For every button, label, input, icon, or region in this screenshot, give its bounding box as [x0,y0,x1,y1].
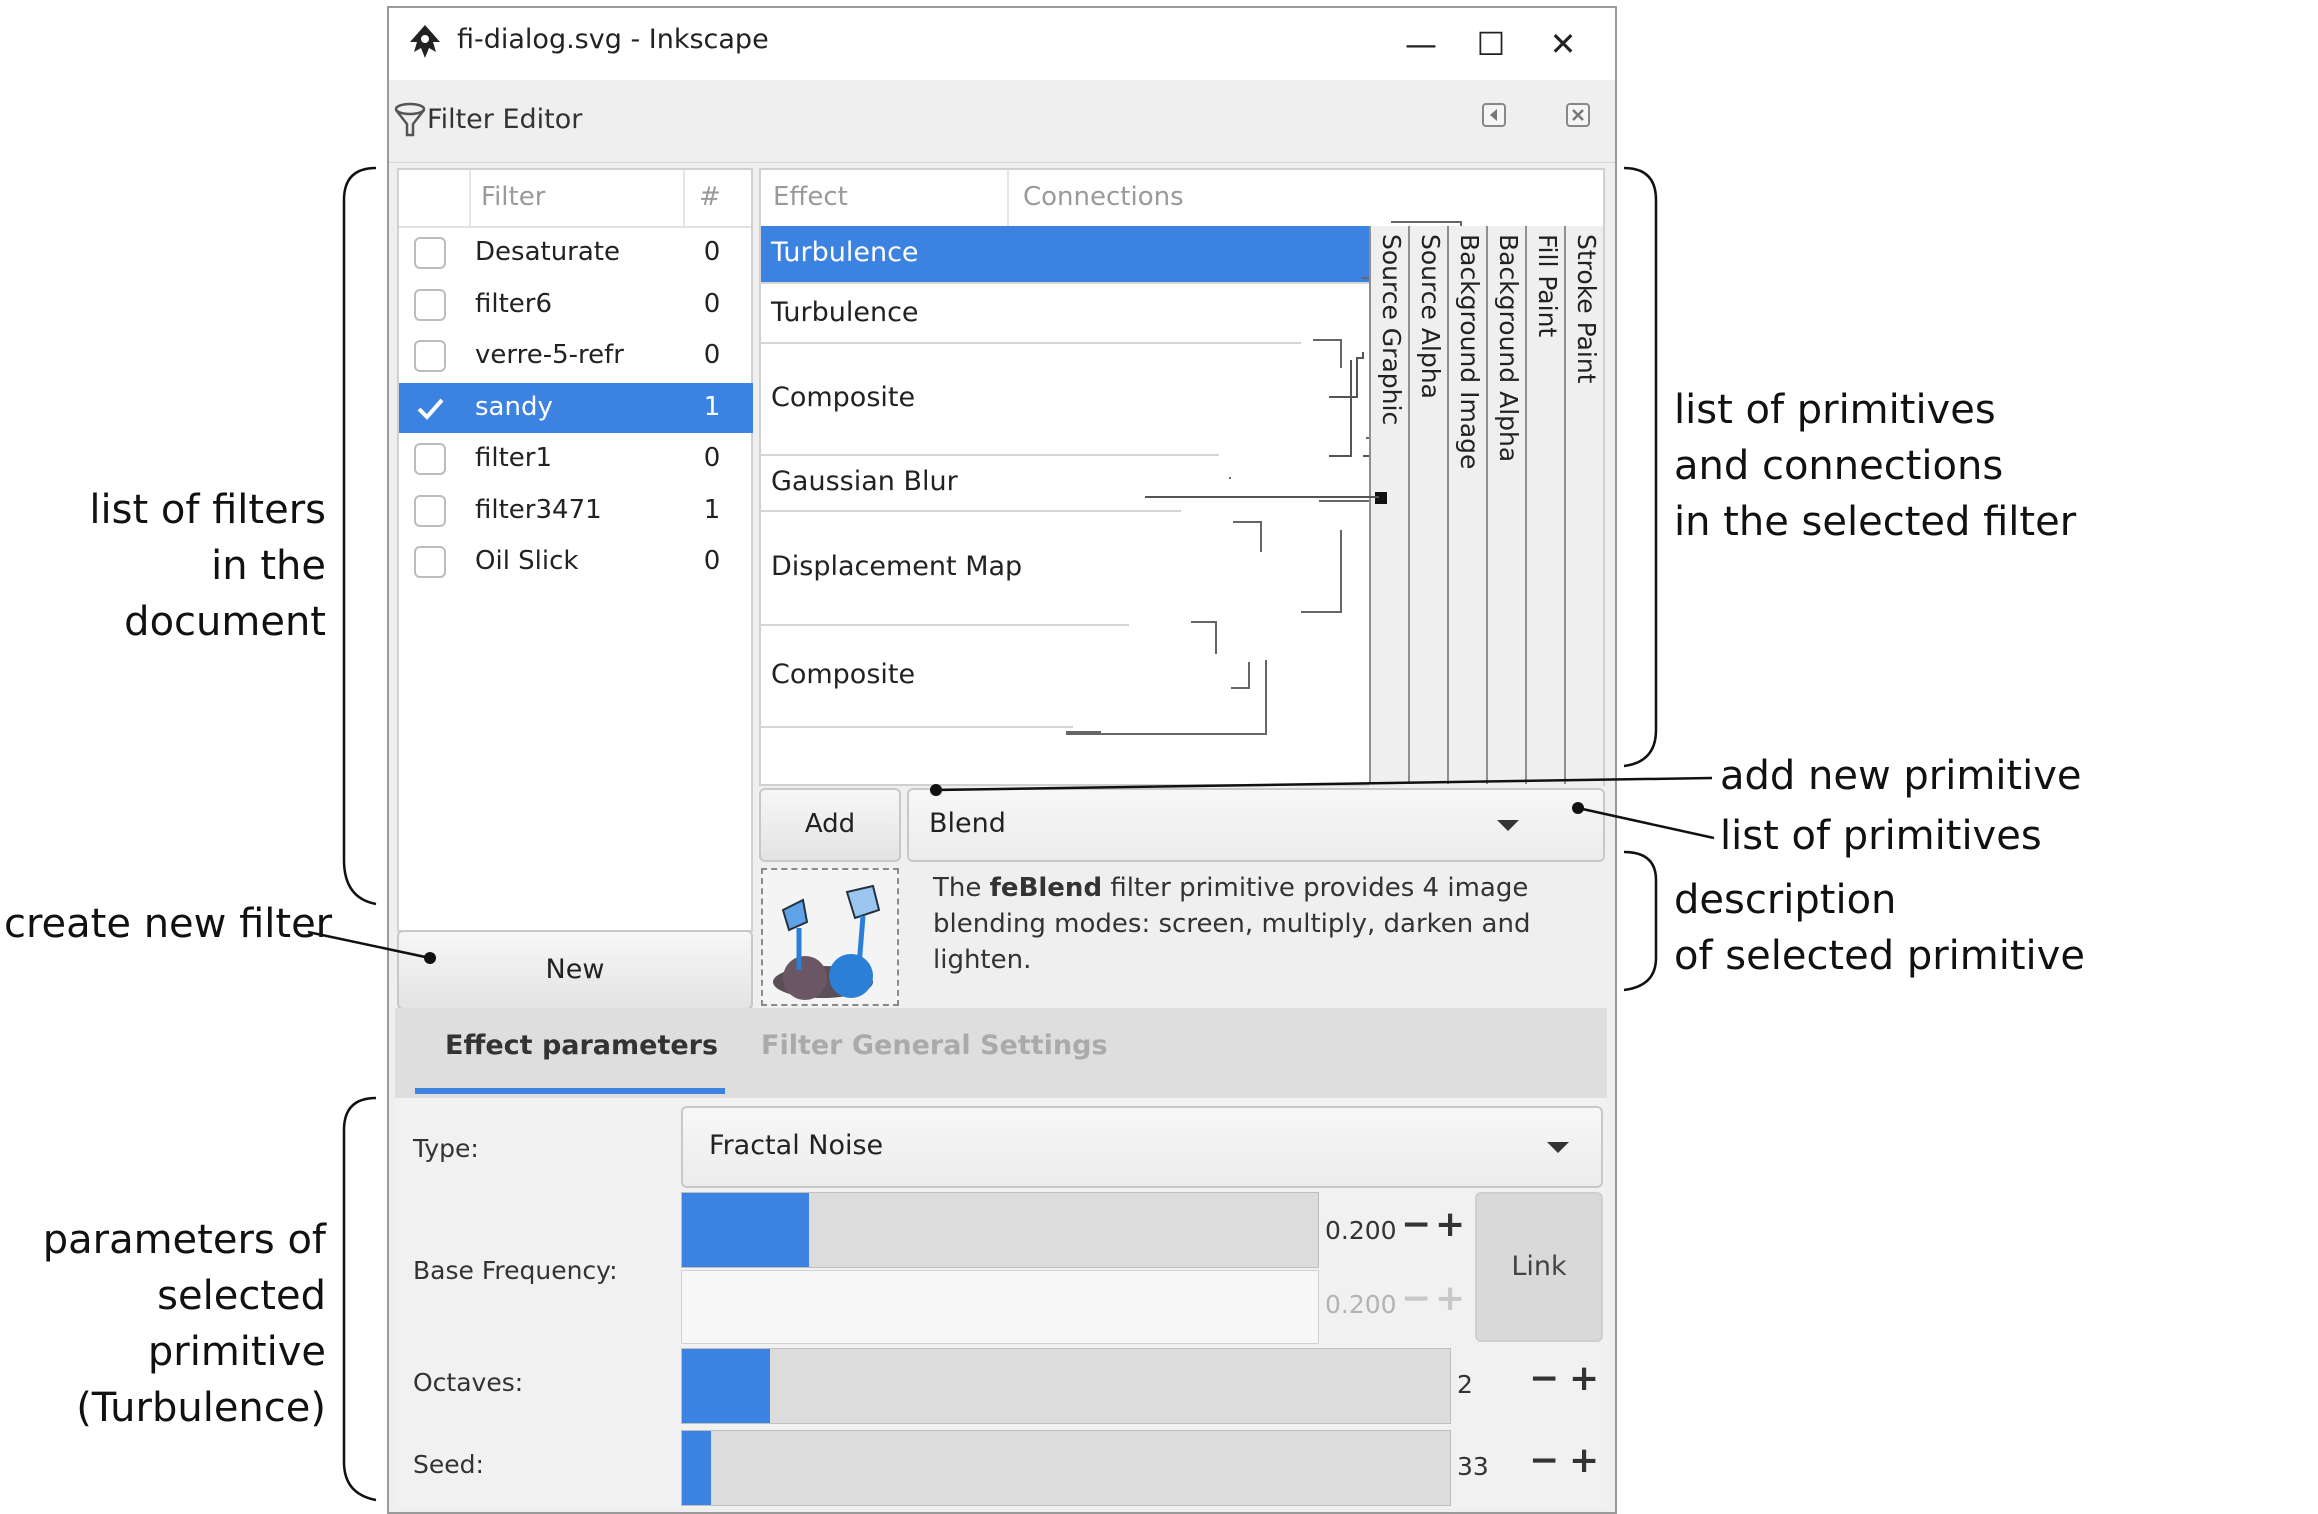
annotation-add-primitive: add new primitive [1720,753,2082,799]
annotation-create-filter: create new filter [4,901,333,947]
annotation-params: parameters of selected primitive (Turbulen… [42,1217,326,1431]
annotation-primitives-list: list of primitives and connections in the … [1674,387,2077,545]
annotation-list-primitives: list of primitives [1720,813,2042,859]
annotation-filters-list: list of filters in the document [89,487,326,645]
annotation-description: description of selected primitive [1674,877,2085,979]
